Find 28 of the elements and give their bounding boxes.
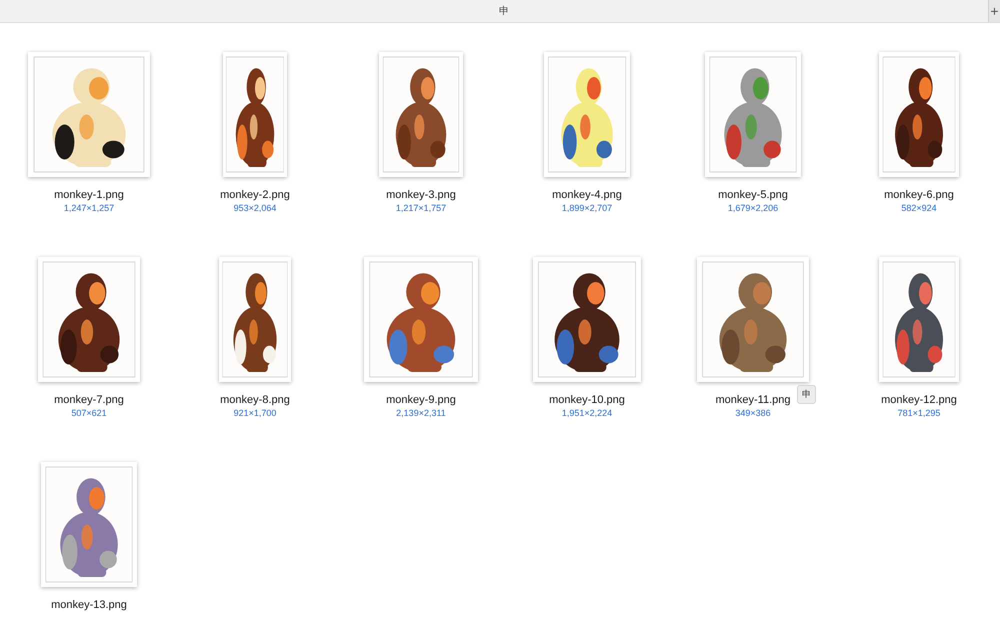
image-dimensions: 2,139×2,311 <box>396 407 446 419</box>
file-name: monkey-12.png <box>881 393 957 407</box>
image-dimensions: 953×2,064 <box>234 202 276 214</box>
file-name: monkey-1.png <box>54 188 124 202</box>
file-name: monkey-6.png <box>884 188 954 202</box>
tooltip: 申 <box>797 385 816 404</box>
file-name: monkey-9.png <box>386 393 456 407</box>
image-dimensions: 921×1,700 <box>234 407 276 419</box>
file-name: monkey-3.png <box>386 188 456 202</box>
window-title: 申 <box>498 4 510 18</box>
image-dimensions: 781×1,295 <box>898 407 940 419</box>
file-name: monkey-4.png <box>552 188 622 202</box>
file-name: monkey-13.png <box>51 598 127 612</box>
file-name: monkey-11.png <box>715 393 790 407</box>
image-dimensions: 1,679×2,206 <box>728 202 778 214</box>
image-dimensions: 507×621 <box>71 407 107 419</box>
image-dimensions: 349×386 <box>735 407 771 419</box>
image-dimensions: 1,247×1,257 <box>64 202 114 214</box>
image-dimensions: 1,217×1,757 <box>396 202 446 214</box>
file-name: monkey-8.png <box>220 393 290 407</box>
image-dimensions: 582×924 <box>901 202 937 214</box>
file-name: monkey-10.png <box>549 393 625 407</box>
image-dimensions: 1,899×2,707 <box>562 202 612 214</box>
file-name: monkey-2.png <box>220 188 290 202</box>
file-name: monkey-5.png <box>718 188 788 202</box>
new-tab-button[interactable]: + <box>988 0 1000 22</box>
file-name: monkey-7.png <box>54 393 124 407</box>
image-dimensions: 1,951×2,224 <box>562 407 612 419</box>
